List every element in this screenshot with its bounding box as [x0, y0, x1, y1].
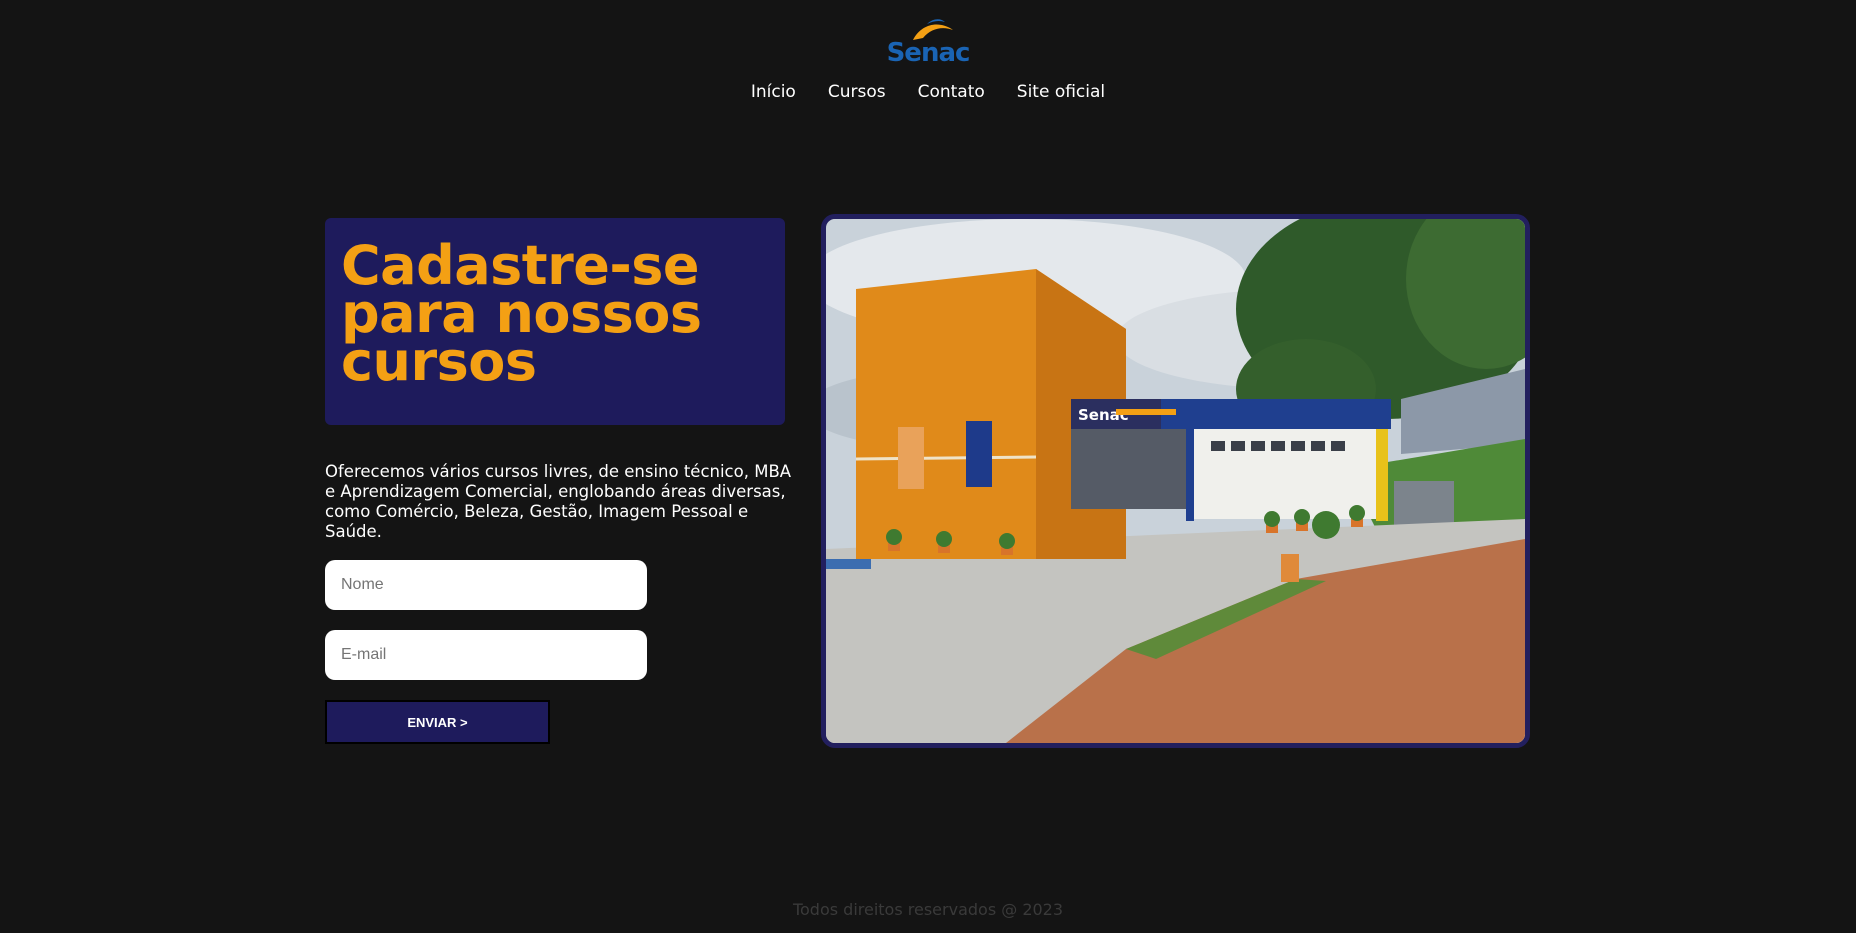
footer-copyright: Todos direitos reservados @ 2023 — [792, 900, 1064, 919]
logo-text: Senac — [886, 38, 971, 68]
submit-button[interactable]: ENVIAR > — [325, 700, 550, 744]
senac-logo[interactable]: Senac — [883, 14, 973, 68]
nav-contato[interactable]: Contato — [918, 82, 985, 102]
hero-title-box: Cadastre-se para nossos cursos — [325, 218, 785, 425]
nav-site-oficial[interactable]: Site oficial — [1017, 82, 1105, 102]
nav-inicio[interactable]: Início — [751, 82, 796, 102]
nav-cursos[interactable]: Cursos — [828, 82, 886, 102]
main-nav: Início Cursos Contato Site oficial — [751, 82, 1105, 102]
email-input[interactable] — [325, 630, 647, 680]
name-input[interactable] — [325, 560, 647, 610]
campus-building-image: Senac — [826, 219, 1525, 743]
site-header: Senac Início Cursos Contato Site oficial — [0, 0, 1856, 130]
campus-photo: Senac — [821, 214, 1530, 748]
hero-description: Oferecemos vários cursos livres, de ensi… — [325, 462, 792, 541]
site-footer: Todos direitos reservados @ 2023 — [0, 900, 1856, 919]
hero-title: Cadastre-se para nossos cursos — [341, 239, 769, 393]
hero-title-line-3: cursos — [341, 330, 537, 393]
